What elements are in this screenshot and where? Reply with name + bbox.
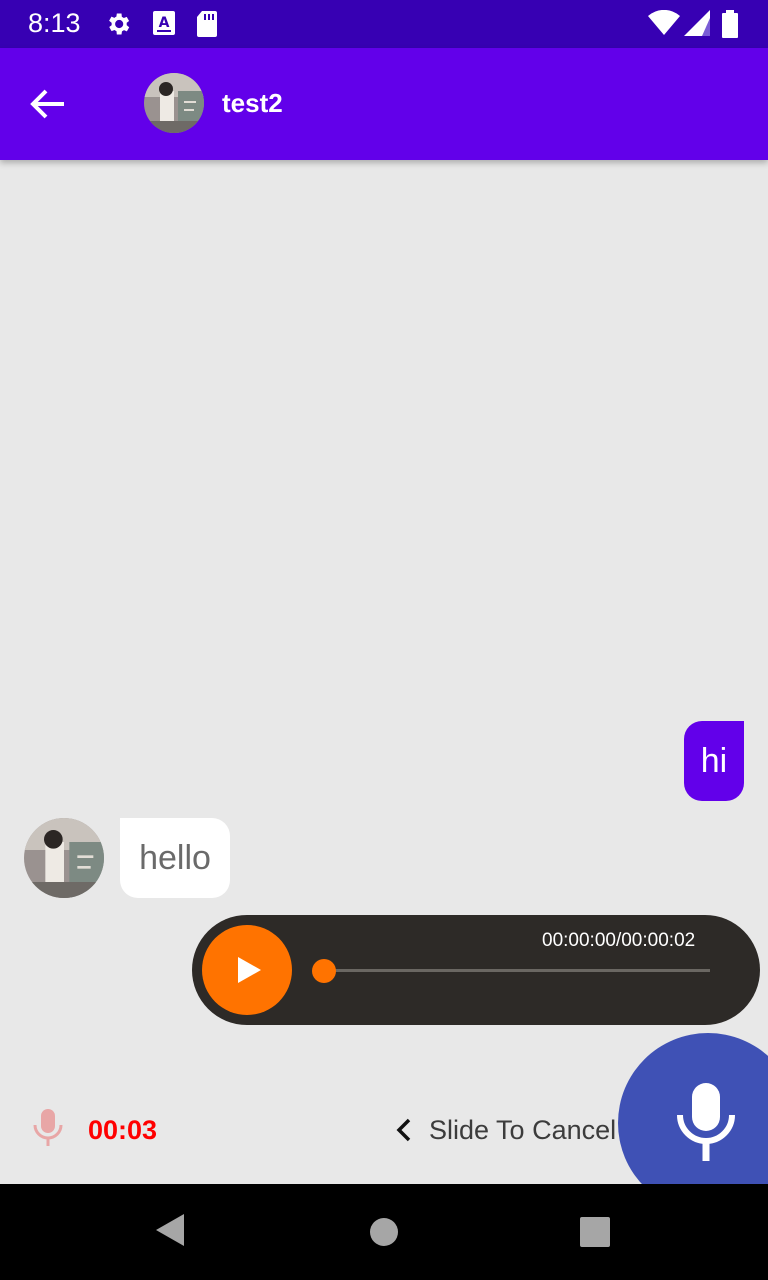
incoming-message-bubble[interactable]: hello xyxy=(120,818,230,898)
audio-time: 00:00:00/00:00:02 xyxy=(542,930,696,951)
recording-timer: 00:03 xyxy=(88,1115,158,1145)
status-bar: 8:13 A xyxy=(0,0,768,48)
contact-name: test2 xyxy=(222,88,283,118)
svg-text:A: A xyxy=(159,15,170,31)
contact-avatar[interactable] xyxy=(144,73,204,133)
play-button[interactable] xyxy=(202,925,292,1015)
sd-card-icon xyxy=(196,10,218,43)
message-text: hello xyxy=(139,838,211,877)
outgoing-message-bubble[interactable]: hi xyxy=(684,721,744,801)
settings-icon xyxy=(104,10,132,43)
audio-message-player: 00:00:00/00:00:02 xyxy=(192,915,760,1025)
audio-seek-thumb[interactable] xyxy=(312,959,336,983)
signal-icon xyxy=(684,10,710,41)
wifi-icon xyxy=(648,9,680,41)
chat-area[interactable]: hi hello 00:00:00/00:00:02 xyxy=(0,160,768,1184)
system-nav-bar xyxy=(0,1184,768,1280)
keyboard-a-icon: A xyxy=(152,10,176,41)
back-nav-icon[interactable] xyxy=(154,1212,186,1253)
chevron-left-icon xyxy=(394,1117,414,1148)
back-button[interactable] xyxy=(24,80,72,128)
audio-seek-track[interactable] xyxy=(324,969,710,972)
slide-to-cancel-text: Slide To Cancel xyxy=(429,1115,617,1145)
app-bar: test2 xyxy=(0,48,768,160)
sender-avatar[interactable] xyxy=(24,818,104,898)
home-nav-icon[interactable] xyxy=(368,1216,400,1253)
status-time: 8:13 xyxy=(28,8,81,38)
recents-nav-icon[interactable] xyxy=(580,1217,610,1252)
arrow-back-icon xyxy=(24,89,72,132)
message-text: hi xyxy=(700,741,728,780)
battery-icon xyxy=(722,10,738,43)
recording-mic-icon xyxy=(30,1107,66,1152)
